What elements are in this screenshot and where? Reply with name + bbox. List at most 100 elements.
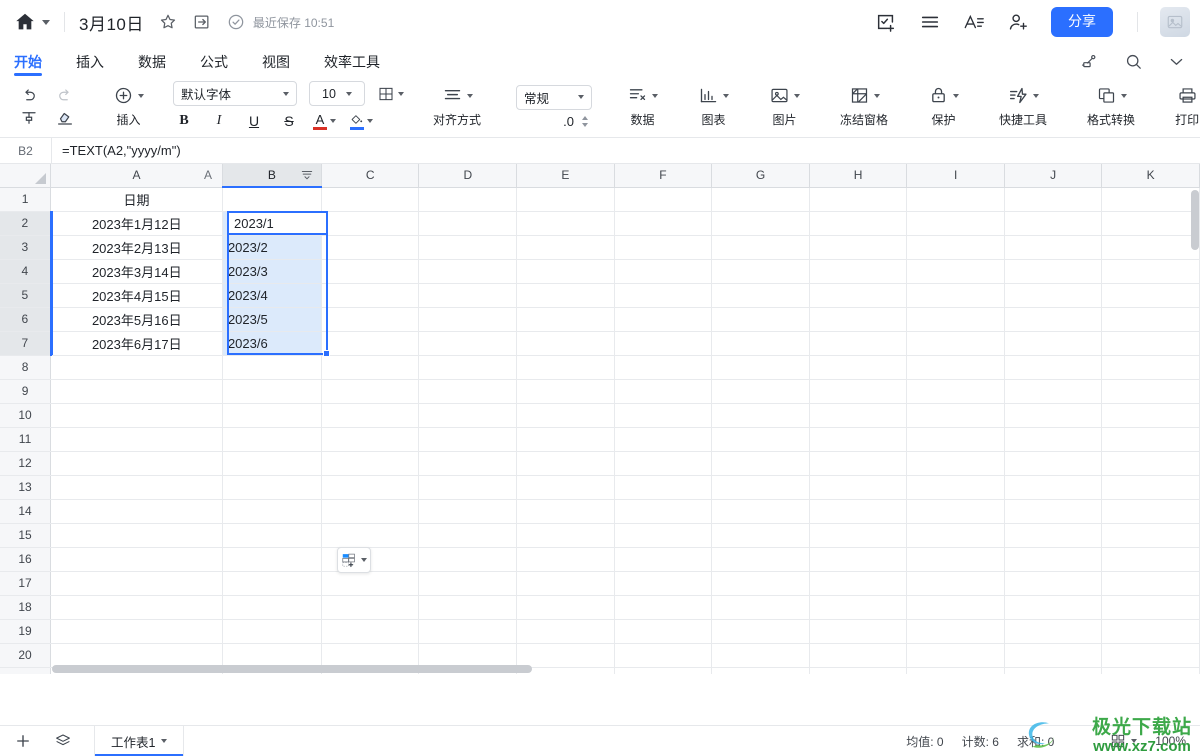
cell-K8[interactable] [1101, 355, 1200, 380]
cell-F7[interactable] [614, 331, 713, 356]
cell-F13[interactable] [614, 475, 713, 500]
cell-B6[interactable]: 2023/5 [222, 307, 322, 332]
cell-G2[interactable] [711, 211, 810, 236]
cell-C7[interactable] [321, 331, 420, 356]
row-header-13[interactable]: 13 [0, 475, 52, 500]
cell-F2[interactable] [614, 211, 713, 236]
cell-K3[interactable] [1101, 235, 1200, 260]
cell-K19[interactable] [1101, 619, 1200, 644]
borders-caret[interactable] [398, 91, 404, 96]
cell-H9[interactable] [809, 379, 908, 404]
cell-B3[interactable]: 2023/2 [222, 235, 322, 260]
cell-C14[interactable] [321, 499, 420, 524]
cell-F9[interactable] [614, 379, 713, 404]
cell-A18[interactable] [50, 595, 223, 620]
cell-K15[interactable] [1101, 523, 1200, 548]
cell-D11[interactable] [418, 427, 518, 452]
cell-K9[interactable] [1101, 379, 1200, 404]
row-header-9[interactable]: 9 [0, 379, 52, 404]
redo-button[interactable] [56, 87, 74, 105]
cell-G6[interactable] [711, 307, 810, 332]
horizontal-scrollbar-thumb[interactable] [52, 665, 532, 673]
star-icon[interactable] [144, 12, 178, 32]
tab-efficiency-tools[interactable]: 效率工具 [324, 55, 380, 76]
cell-A5[interactable]: 2023年4月15日 [50, 283, 223, 308]
cell-H1[interactable] [809, 187, 908, 212]
cell-D19[interactable] [418, 619, 518, 644]
row-header-3[interactable]: 3 [0, 235, 52, 260]
row-header-11[interactable]: 11 [0, 427, 52, 452]
cell-D17[interactable] [418, 571, 518, 596]
cell-G19[interactable] [711, 619, 810, 644]
cell-E9[interactable] [516, 379, 615, 404]
cell-G18[interactable] [711, 595, 810, 620]
cell-E17[interactable] [516, 571, 615, 596]
cell-A6[interactable]: 2023年5月16日 [50, 307, 223, 332]
cell-A16[interactable] [50, 547, 223, 572]
quick-tools-caret[interactable] [1032, 93, 1039, 98]
autofill-caret[interactable] [361, 558, 367, 562]
cell-D15[interactable] [418, 523, 518, 548]
cell-F19[interactable] [614, 619, 713, 644]
row-header-12[interactable]: 12 [0, 451, 52, 476]
cell-A11[interactable] [50, 427, 223, 452]
cell-B13[interactable] [222, 475, 322, 500]
cell-B15[interactable] [222, 523, 322, 548]
column-header-H[interactable]: H [809, 164, 908, 188]
cell-B9[interactable] [222, 379, 322, 404]
column-header-K[interactable]: K [1101, 164, 1200, 188]
cell-D14[interactable] [418, 499, 518, 524]
cell-A14[interactable] [50, 499, 223, 524]
cell-I10[interactable] [906, 403, 1005, 428]
cell-I12[interactable] [906, 451, 1005, 476]
horizontal-scrollbar-track[interactable] [52, 664, 1188, 674]
cell-F12[interactable] [614, 451, 713, 476]
format-painter-icon[interactable] [1081, 52, 1100, 71]
row-header-16[interactable]: 16 [0, 547, 52, 572]
row-header-20[interactable]: 20 [0, 643, 52, 668]
tab-view[interactable]: 视图 [262, 55, 290, 76]
borders-button[interactable] [377, 85, 404, 103]
cell-E16[interactable] [516, 547, 615, 572]
bold-button[interactable]: B [173, 110, 195, 132]
tab-formula[interactable]: 公式 [200, 55, 228, 76]
row-header-8[interactable]: 8 [0, 355, 52, 380]
cell-D8[interactable] [418, 355, 518, 380]
cell-H10[interactable] [809, 403, 908, 428]
cell-C2[interactable] [321, 211, 420, 236]
cell-H16[interactable] [809, 547, 908, 572]
cell-C9[interactable] [321, 379, 420, 404]
cell-E19[interactable] [516, 619, 615, 644]
row-header-18[interactable]: 18 [0, 595, 52, 620]
tab-insert[interactable]: 插入 [76, 55, 104, 76]
cell-H7[interactable] [809, 331, 908, 356]
cell-A13[interactable] [50, 475, 223, 500]
cell-H15[interactable] [809, 523, 908, 548]
cell-B11[interactable] [222, 427, 322, 452]
cell-A8[interactable] [50, 355, 223, 380]
column-header-I[interactable]: I [906, 164, 1005, 188]
row-header-1[interactable]: 1 [0, 187, 52, 212]
cell-E18[interactable] [516, 595, 615, 620]
cell-C6[interactable] [321, 307, 420, 332]
cell-H8[interactable] [809, 355, 908, 380]
sheet-tab-caret[interactable] [161, 739, 168, 743]
search-icon[interactable] [1124, 52, 1143, 71]
cell-G4[interactable] [711, 259, 810, 284]
cell-D13[interactable] [418, 475, 518, 500]
cell-G3[interactable] [711, 235, 810, 260]
cell-A3[interactable]: 2023年2月13日 [50, 235, 223, 260]
cell-A17[interactable] [50, 571, 223, 596]
cell-I19[interactable] [906, 619, 1005, 644]
cell-E11[interactable] [516, 427, 615, 452]
cell-J17[interactable] [1004, 571, 1103, 596]
cell-H3[interactable] [809, 235, 908, 260]
cell-H18[interactable] [809, 595, 908, 620]
cell-J7[interactable] [1004, 331, 1103, 356]
row-header-14[interactable]: 14 [0, 499, 52, 524]
format-convert-button[interactable]: 格式转换 [1076, 76, 1146, 137]
cell-K6[interactable] [1101, 307, 1200, 332]
insert-button[interactable]: 插入 [102, 76, 155, 137]
cell-E15[interactable] [516, 523, 615, 548]
column-header-G[interactable]: G [711, 164, 810, 188]
